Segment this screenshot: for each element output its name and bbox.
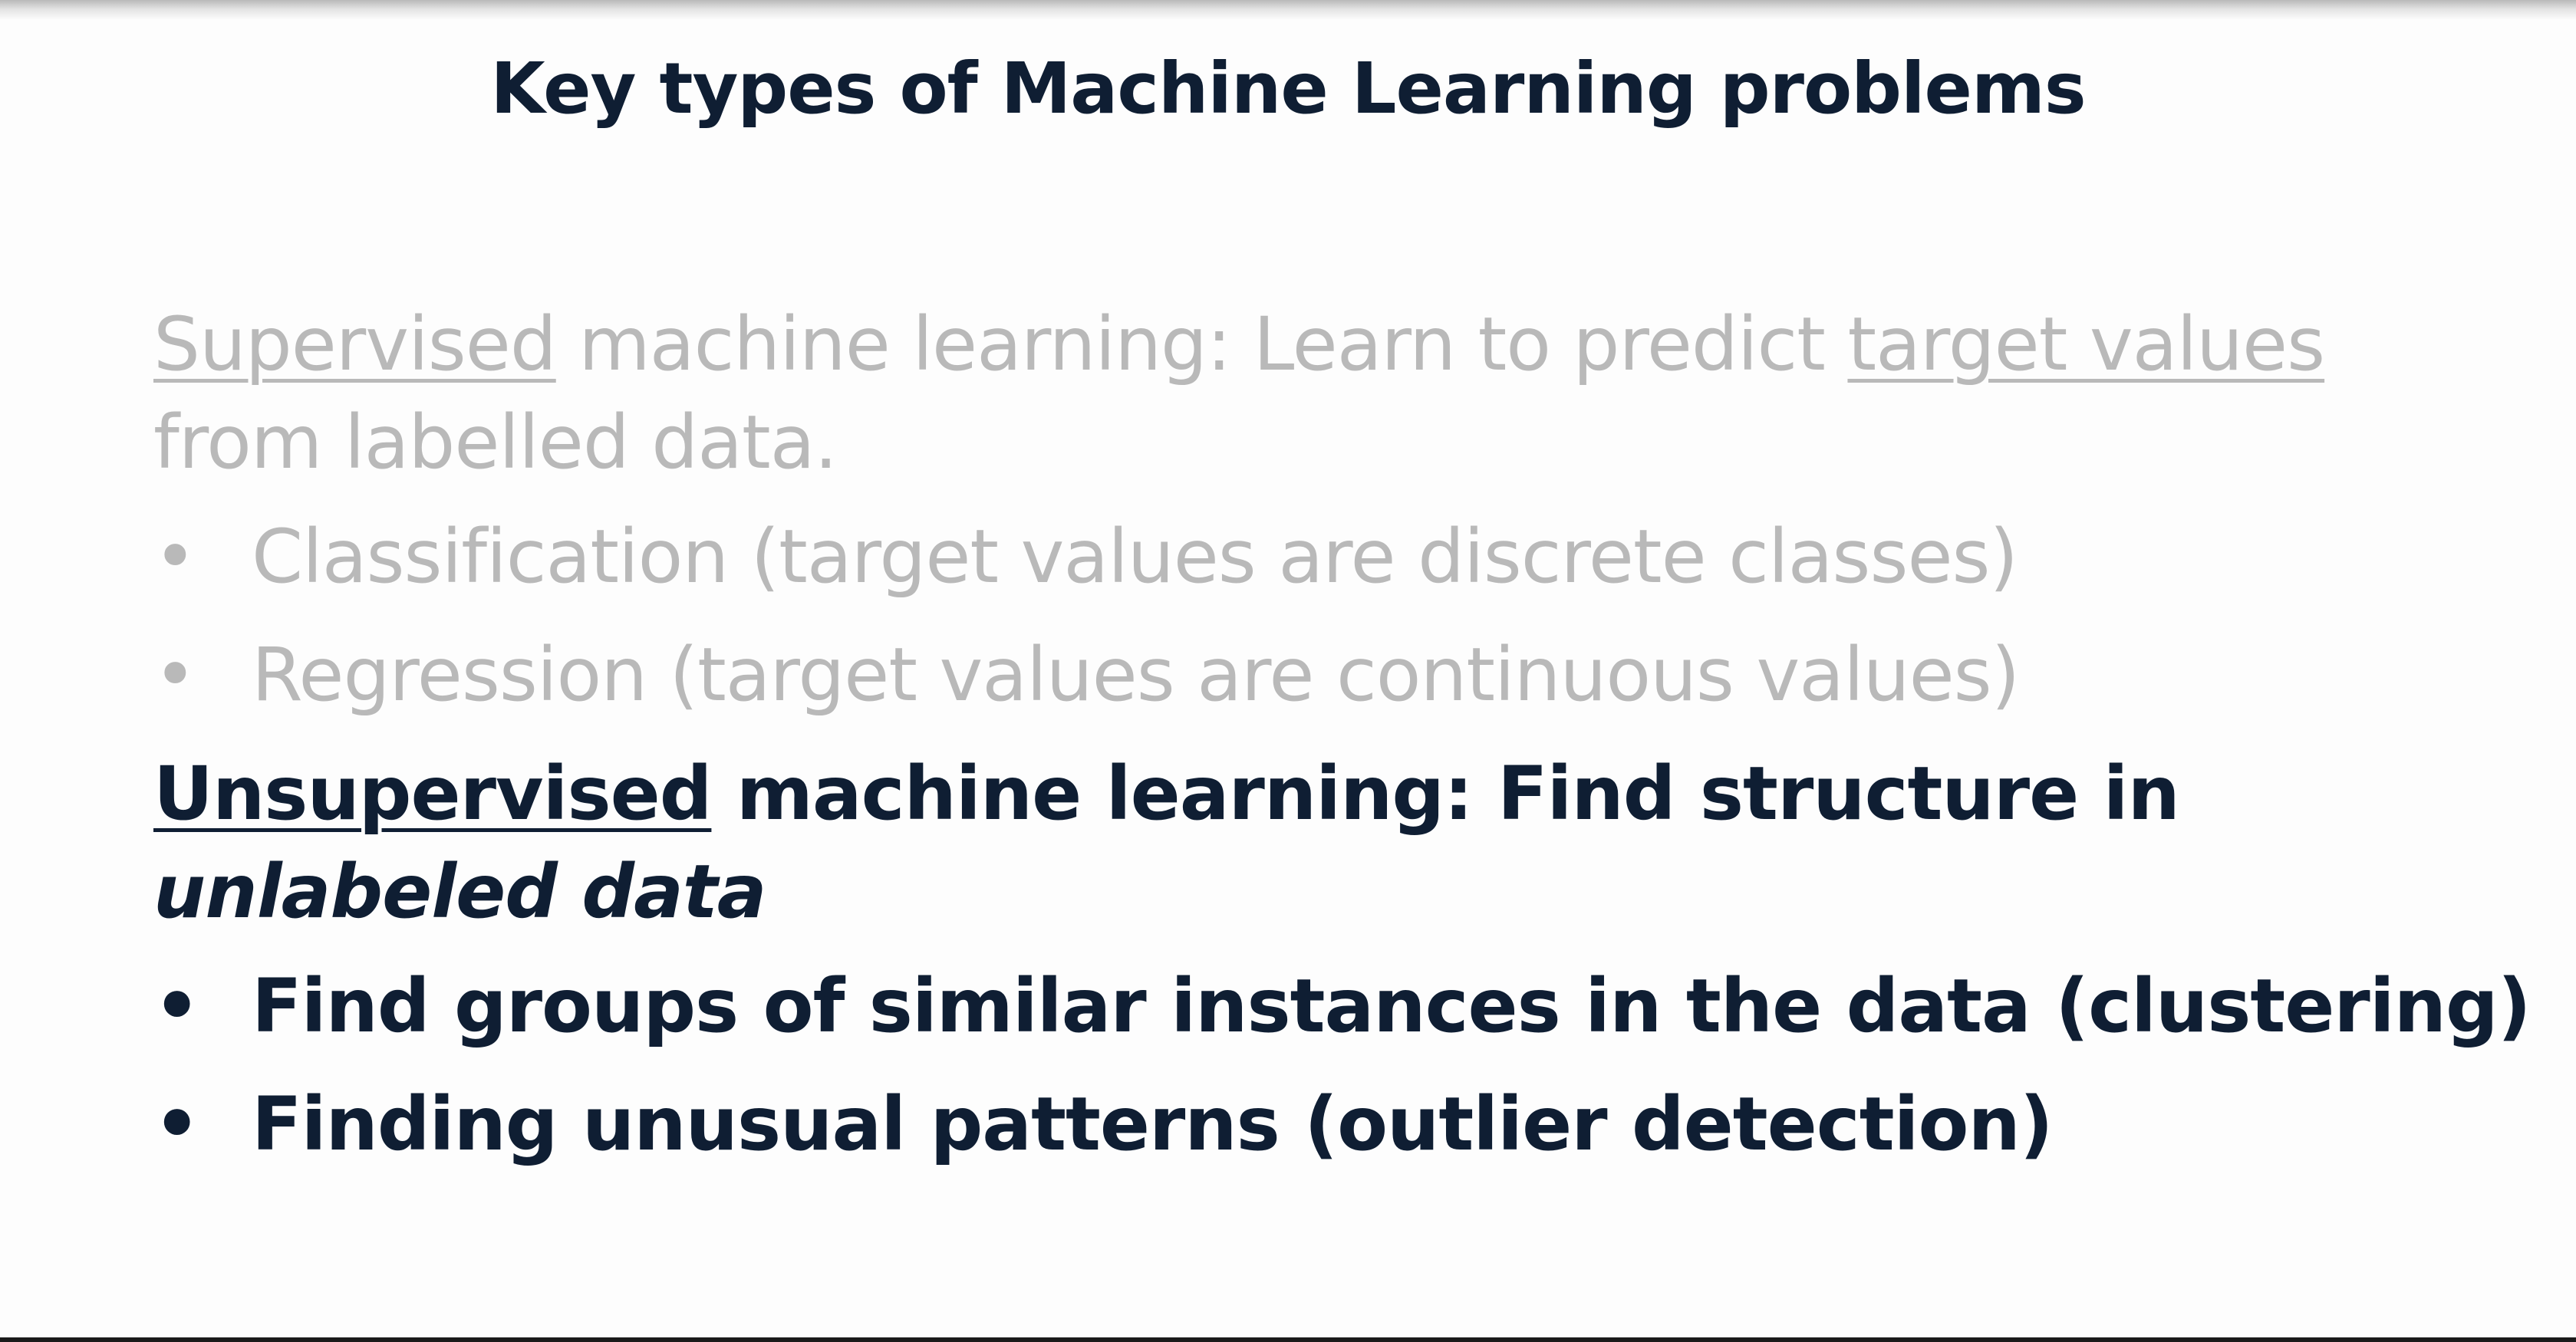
supervised-paragraph: Supervised machine learning: Learn to pr…	[153, 295, 2501, 492]
unlabeled-data-term: unlabeled data	[153, 849, 767, 935]
supervised-bullet-list: • Classification (target values are disc…	[153, 498, 2501, 734]
target-values-term: target values	[1847, 301, 2325, 387]
clustering-bullet-text: Find groups of similar instances in the …	[252, 963, 2532, 1049]
outlier-bullet-text: Finding unusual patterns (outlier detect…	[252, 1081, 2054, 1167]
list-item: • Finding unusual patterns (outlier dete…	[153, 1065, 2501, 1183]
slide-title: Key types of Machine Learning problems	[490, 48, 2086, 130]
slide-body: Supervised machine learning: Learn to pr…	[153, 295, 2532, 1194]
unsupervised-paragraph: Unsupervised machine learning: Find stru…	[153, 745, 2501, 941]
bullet-icon: •	[153, 1081, 200, 1167]
list-item: • Find groups of similar instances in th…	[153, 947, 2532, 1065]
slide: Key types of Machine Learning problems S…	[0, 0, 2576, 1342]
list-item: • Classification (target values are disc…	[153, 498, 2501, 616]
unsupervised-bullet-list: • Find groups of similar instances in th…	[153, 947, 2532, 1183]
top-edge-shadow	[0, 0, 2576, 20]
list-item: • Regression (target values are continuo…	[153, 616, 2501, 734]
regression-bullet-text: Regression (target values are continuous…	[252, 632, 2020, 718]
bullet-icon: •	[153, 632, 197, 718]
supervised-term: Supervised	[153, 301, 557, 387]
bullet-icon: •	[153, 963, 200, 1049]
bullet-icon: •	[153, 514, 197, 600]
unsupervised-text-1: machine learning: Find structure in	[711, 751, 2180, 837]
classification-bullet-text: Classification (target values are discre…	[252, 514, 2018, 600]
supervised-text-1: machine learning: Learn to predict	[555, 301, 1848, 387]
supervised-text-2: from labelled data.	[153, 400, 838, 485]
unsupervised-term: Unsupervised	[153, 751, 712, 837]
bottom-edge-bar	[0, 1337, 2576, 1342]
